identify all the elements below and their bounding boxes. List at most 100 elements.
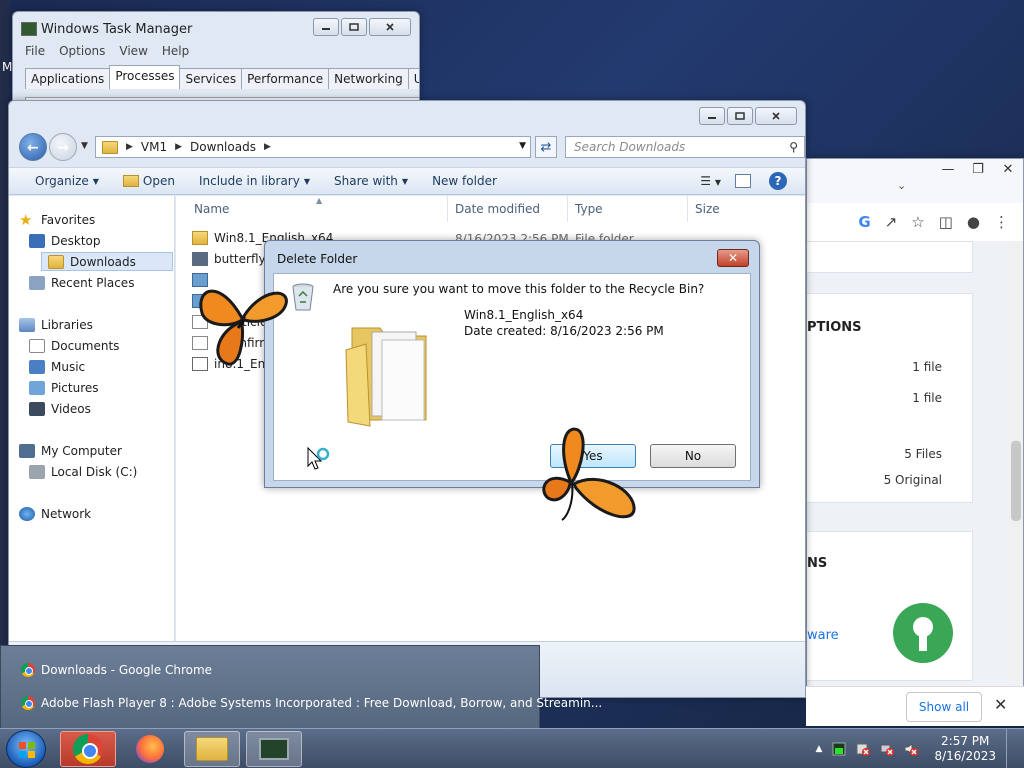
help-icon[interactable]: ? [769, 172, 787, 190]
no-button[interactable]: No [650, 444, 736, 468]
nav-my-computer[interactable]: My Computer [19, 441, 122, 460]
close-button[interactable] [369, 18, 411, 36]
action-center-alert-icon[interactable] [856, 742, 871, 756]
chrome-icon [21, 696, 35, 710]
show-all-button[interactable]: Show all [906, 692, 982, 722]
column-divider[interactable] [447, 196, 448, 222]
tab-networking[interactable]: Networking [328, 68, 409, 89]
restore-icon [735, 112, 745, 120]
taskbar-firefox-button[interactable] [122, 731, 178, 767]
tab-performance[interactable]: Performance [241, 68, 330, 89]
column-header-name[interactable]: Name [194, 202, 229, 216]
menu-file[interactable]: File [25, 44, 45, 58]
nav-label: Desktop [51, 233, 101, 248]
network-disconnected-icon[interactable] [880, 742, 895, 756]
chrome-maximize-icon[interactable]: ❐ [967, 161, 989, 177]
minimize-button[interactable] [313, 18, 339, 36]
file-explorer-icon [196, 737, 228, 761]
column-header-type[interactable]: Type [575, 202, 603, 216]
nav-label: Network [41, 506, 92, 521]
recent-places-icon [29, 275, 45, 290]
open-button[interactable]: Open [111, 174, 187, 188]
search-icon[interactable]: ⚲ [789, 140, 798, 154]
chrome-scrollbar[interactable] [1009, 241, 1023, 681]
nav-recent-places[interactable]: Recent Places [29, 273, 134, 292]
chrome-minimize-icon[interactable]: — [937, 161, 959, 177]
nav-music[interactable]: Music [29, 357, 85, 376]
forward-button[interactable]: → [49, 133, 77, 161]
nav-local-disk[interactable]: Local Disk (C:) [29, 462, 137, 481]
new-folder-button[interactable]: New folder [420, 174, 509, 188]
clock-time: 2:57 PM [941, 734, 990, 748]
preview-pane-button[interactable] [735, 174, 751, 188]
menu-options[interactable]: Options [59, 44, 105, 58]
tab-users[interactable]: Users [407, 68, 419, 89]
share-with-button[interactable]: Share with ▼ [322, 174, 420, 188]
recent-pages-dropdown-icon[interactable]: ▼ [81, 141, 88, 151]
include-in-library-button[interactable]: Include in library ▼ [187, 174, 322, 188]
tab-services[interactable]: Services [179, 68, 243, 89]
start-button[interactable] [6, 730, 46, 768]
nav-videos[interactable]: Videos [29, 399, 91, 418]
organize-button[interactable]: Organize ▼ [9, 174, 111, 188]
refresh-icon: ⇄ [540, 139, 552, 155]
preview-item-flash[interactable]: Adobe Flash Player 8 : Adobe Systems Inc… [21, 696, 602, 710]
menu-view[interactable]: View [119, 44, 147, 58]
share-icon[interactable]: ↗ [885, 213, 898, 231]
nav-network[interactable]: Network [19, 504, 91, 523]
butterfly-icon [542, 427, 636, 521]
column-divider[interactable] [687, 196, 688, 222]
taskbar-task-manager-button[interactable] [246, 731, 302, 767]
maximize-button[interactable] [727, 107, 753, 125]
cpu-meter-icon[interactable] [832, 742, 846, 756]
maximize-button[interactable] [341, 18, 367, 36]
nav-libraries[interactable]: Libraries [19, 315, 93, 334]
chrome-close-icon[interactable]: ✕ [997, 161, 1019, 177]
nav-downloads[interactable]: Downloads [41, 252, 173, 271]
show-desktop-button[interactable] [1006, 729, 1016, 768]
address-dropdown-icon[interactable]: ▼ [519, 141, 526, 151]
breadcrumb-separator-icon[interactable]: ▶ [264, 142, 271, 152]
change-view-button[interactable]: ☰ ▼ [700, 174, 721, 188]
side-panel-icon[interactable]: ◫ [939, 213, 953, 231]
back-button[interactable]: ← [19, 133, 47, 161]
refresh-button[interactable]: ⇄ [535, 136, 557, 158]
column-divider[interactable] [567, 196, 568, 222]
breadcrumb-separator-icon[interactable]: ▶ [126, 142, 133, 152]
tab-applications[interactable]: Applications [25, 68, 111, 89]
clock[interactable]: 2:57 PM 8/16/2023 [934, 734, 996, 764]
open-label: Open [142, 174, 175, 188]
search-input[interactable]: Search Downloads ⚲ [565, 136, 805, 158]
breadcrumb-separator-icon[interactable]: ▶ [175, 142, 182, 152]
show-hidden-icons-icon[interactable]: ▲ [816, 744, 823, 754]
nav-documents[interactable]: Documents [29, 336, 119, 355]
chrome-icon [21, 663, 35, 677]
chrome-menu-icon[interactable]: ⋮ [994, 213, 1009, 231]
breadcrumb-vm1[interactable]: VM1 [141, 140, 167, 154]
close-icon[interactable]: ✕ [994, 695, 1007, 714]
chrome-tab-list-icon[interactable]: ⌄ [897, 179, 906, 192]
column-header-size[interactable]: Size [695, 202, 720, 216]
file-row[interactable]: butterflyc [192, 249, 272, 269]
column-header-date-modified[interactable]: Date modified [455, 202, 540, 216]
nav-pictures[interactable]: Pictures [29, 378, 99, 397]
address-bar[interactable]: ▶ VM1 ▶ Downloads ▶ ▼ [95, 136, 531, 158]
chrome-link[interactable]: ware [807, 628, 839, 643]
profile-avatar-icon[interactable]: ● [967, 213, 980, 231]
volume-muted-icon[interactable] [904, 742, 919, 756]
taskbar-explorer-button[interactable] [184, 731, 240, 767]
bookmark-star-icon[interactable]: ☆ [911, 213, 924, 231]
menu-help[interactable]: Help [162, 44, 189, 58]
tab-processes[interactable]: Processes [109, 65, 181, 89]
close-icon: ✕ [727, 251, 739, 265]
chrome-scroll-thumb[interactable] [1011, 441, 1021, 521]
dialog-close-button[interactable]: ✕ [717, 249, 749, 267]
minimize-button[interactable] [699, 107, 725, 125]
nav-favorites[interactable]: ★ Favorites [19, 210, 95, 229]
nav-desktop[interactable]: Desktop [29, 231, 101, 250]
google-icon[interactable]: G [858, 213, 870, 231]
preview-item-chrome[interactable]: Downloads - Google Chrome [21, 663, 212, 677]
close-button[interactable] [755, 107, 797, 125]
taskbar-chrome-button[interactable] [60, 731, 116, 767]
breadcrumb-downloads[interactable]: Downloads [190, 140, 256, 154]
